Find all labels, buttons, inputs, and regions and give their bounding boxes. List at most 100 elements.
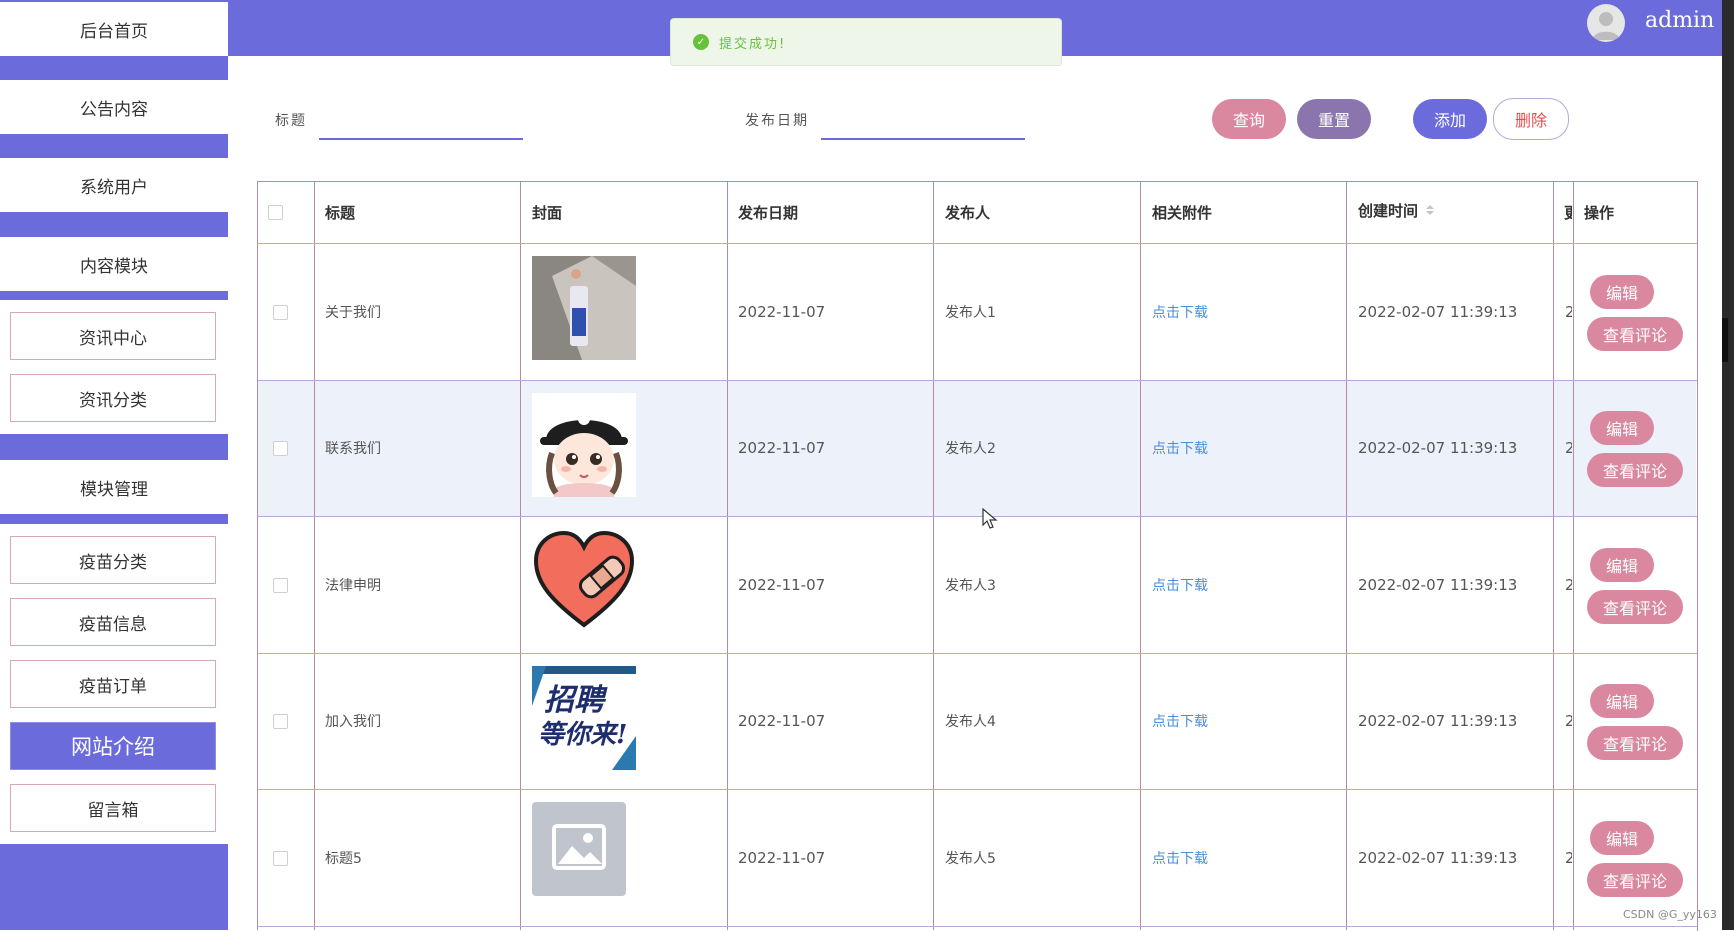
cover-image[interactable]: 招聘 等你来! [532,666,636,770]
cell-created-time: 2022-02-07 11:39:13 [1358,439,1518,457]
sidebar-item-message-box[interactable]: 留言箱 [10,784,216,832]
image-placeholder-icon [552,824,606,870]
header-truncated: 更 [1564,203,1572,222]
sidebar-item-news-center[interactable]: 资讯中心 [10,312,216,360]
header-created-time[interactable]: 创建时间 [1358,180,1436,240]
mouse-cursor-icon [982,508,998,529]
toast-message: 提交成功! [719,36,787,52]
title-search-label: 标题 [275,113,307,129]
reset-button[interactable]: 重置 [1297,99,1371,139]
edit-button[interactable]: 编辑 [1590,275,1654,309]
view-comments-button[interactable]: 查看评论 [1587,863,1683,897]
view-comments-button[interactable]: 查看评论 [1587,453,1683,487]
check-circle-icon: ✓ [693,34,709,50]
view-comments-button[interactable]: 查看评论 [1587,726,1683,760]
add-button[interactable]: 添加 [1413,99,1487,139]
cell-truncated: 2 [1565,439,1572,457]
column-divider [314,181,315,930]
row-checkbox[interactable] [273,714,288,729]
data-table [257,181,1698,931]
sidebar-item-vaccine-category[interactable]: 疫苗分类 [10,536,216,584]
download-link[interactable]: 点击下载 [1152,843,1208,873]
edge-handle [1722,318,1728,362]
cell-created-time: 2022-02-07 11:39:13 [1358,849,1518,867]
cell-created-time: 2022-02-07 11:39:13 [1358,712,1518,730]
sidebar-item-announcements[interactable]: 公告内容 [0,80,228,134]
cell-publisher: 发布人3 [945,578,996,594]
title-search-input[interactable] [319,108,523,140]
column-divider [933,181,934,930]
user-icon [1592,12,1620,40]
view-comments-button[interactable]: 查看评论 [1587,590,1683,624]
cell-publish-date: 2022-11-07 [738,712,826,730]
cell-publish-date: 2022-11-07 [738,303,826,321]
view-comments-button[interactable]: 查看评论 [1587,317,1683,351]
header-created-time-label: 创建时间 [1358,201,1419,220]
cell-publisher: 发布人1 [945,305,996,321]
window-edge [1722,0,1734,930]
cell-publish-date: 2022-11-07 [738,576,826,594]
header-cover: 封面 [532,203,563,222]
cell-title: 加入我们 [325,714,381,730]
edit-button[interactable]: 编辑 [1590,684,1654,718]
download-link[interactable]: 点击下载 [1152,570,1208,600]
header-actions: 操作 [1584,203,1615,222]
cell-publisher: 发布人5 [945,851,996,867]
header-publish-date: 发布日期 [738,203,799,222]
column-divider [1553,181,1554,930]
watermark: CSDN @G_yy163 [1623,908,1717,921]
cell-truncated: 2 [1565,849,1572,867]
row-checkbox[interactable] [273,305,288,320]
row-checkbox[interactable] [273,441,288,456]
cell-title: 联系我们 [325,441,381,457]
date-search-input[interactable] [821,108,1025,140]
row-checkbox[interactable] [273,851,288,866]
sidebar-item-system-users[interactable]: 系统用户 [0,158,228,212]
download-link[interactable]: 点击下载 [1152,297,1208,327]
edit-button[interactable]: 编辑 [1590,548,1654,582]
username[interactable]: admin [1645,8,1714,33]
cover-recruit-poster [532,666,636,770]
cover-image[interactable] [532,256,636,360]
date-search-label: 发布日期 [745,113,809,129]
sidebar-item-module-management[interactable]: 模块管理 [0,460,228,514]
cell-publisher: 发布人4 [945,714,996,730]
sidebar-item-content-module[interactable]: 内容模块 [0,237,228,291]
header-title: 标题 [325,203,356,222]
cover-image[interactable] [532,529,636,633]
success-toast: ✓ 提交成功! [670,18,1062,66]
row-divider [257,653,1697,654]
sidebar-item-vaccine-orders[interactable]: 疫苗订单 [10,660,216,708]
row-divider [257,789,1697,790]
sidebar: 后台首页 公告内容 系统用户 内容模块 资讯中心 资讯分类 模块管理 疫苗分类 … [0,0,228,930]
column-divider [1573,181,1574,930]
cell-title: 关于我们 [325,305,381,321]
cell-created-time: 2022-02-07 11:39:13 [1358,576,1518,594]
cell-truncated: 2 [1565,576,1572,594]
cover-heart [532,529,636,633]
row-divider [257,243,1697,244]
row-divider [257,516,1697,517]
sidebar-item-news-category[interactable]: 资讯分类 [10,374,216,422]
sidebar-item-vaccine-info[interactable]: 疫苗信息 [10,598,216,646]
download-link[interactable]: 点击下载 [1152,706,1208,736]
edit-button[interactable]: 编辑 [1590,411,1654,445]
delete-button[interactable]: 删除 [1493,98,1569,140]
column-divider [1140,181,1141,930]
poster-line-2: 等你来! [538,720,628,750]
cover-cartoon-girl [532,393,636,497]
sort-icon[interactable] [1424,203,1436,217]
cover-image[interactable] [532,802,626,896]
edit-button[interactable]: 编辑 [1590,821,1654,855]
select-all-checkbox[interactable] [268,205,283,220]
download-link[interactable]: 点击下载 [1152,433,1208,463]
sidebar-item-site-intro[interactable]: 网站介绍 [10,722,216,770]
cover-image[interactable] [532,393,636,497]
query-button[interactable]: 查询 [1212,99,1286,139]
cell-created-time: 2022-02-07 11:39:13 [1358,303,1518,321]
sidebar-item-dashboard[interactable]: 后台首页 [0,2,228,56]
cell-truncated: 2 [1565,303,1572,321]
avatar[interactable] [1587,4,1625,42]
row-checkbox[interactable] [273,578,288,593]
column-divider [1346,181,1347,930]
